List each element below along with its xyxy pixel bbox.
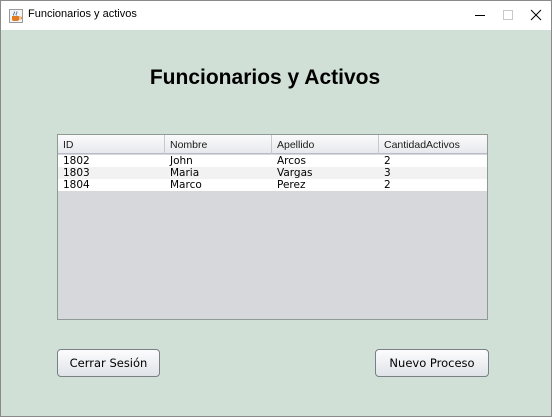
column-header-id[interactable]: ID — [58, 135, 165, 154]
table-row[interactable]: 1802 John Arcos 2 — [58, 155, 487, 167]
cell-apellido[interactable]: Perez — [272, 179, 379, 191]
cell-nombre[interactable]: Maria — [165, 167, 272, 179]
column-header-nombre[interactable]: Nombre — [165, 135, 272, 154]
column-header-apellido[interactable]: Apellido — [272, 135, 379, 154]
close-icon — [530, 9, 542, 21]
maximize-button[interactable] — [503, 1, 527, 30]
table-row[interactable]: 1803 Maria Vargas 3 — [58, 167, 487, 179]
cell-cantidad-activos[interactable]: 3 — [379, 167, 487, 179]
minimize-button[interactable] — [457, 1, 503, 30]
title-bar[interactable]: Funcionarios y activos — [1, 1, 551, 30]
cell-nombre[interactable]: Marco — [165, 179, 272, 191]
table-header: ID Nombre Apellido CantidadActivos — [58, 135, 487, 154]
logout-button[interactable]: Cerrar Sesión — [57, 349, 160, 377]
minimize-icon — [475, 15, 485, 16]
table-row[interactable]: 1804 Marco Perez 2 — [58, 179, 487, 191]
java-cup-icon — [9, 8, 23, 23]
window-title: Funcionarios y activos — [28, 8, 137, 20]
close-button[interactable] — [527, 1, 551, 30]
maximize-icon — [503, 10, 513, 20]
table-body: 1802 John Arcos 2 1803 Maria Vargas 3 18… — [58, 155, 487, 191]
column-header-cantidad-activos[interactable]: CantidadActivos — [379, 135, 487, 154]
cell-id[interactable]: 1802 — [58, 155, 165, 167]
employees-table[interactable]: ID Nombre Apellido CantidadActivos 1802 … — [57, 134, 488, 320]
cell-nombre[interactable]: John — [165, 155, 272, 167]
new-process-button[interactable]: Nuevo Proceso — [375, 349, 489, 377]
cell-id[interactable]: 1803 — [58, 167, 165, 179]
cell-apellido[interactable]: Vargas — [272, 167, 379, 179]
cell-cantidad-activos[interactable]: 2 — [379, 155, 487, 167]
cell-cantidad-activos[interactable]: 2 — [379, 179, 487, 191]
cell-apellido[interactable]: Arcos — [272, 155, 379, 167]
cell-id[interactable]: 1804 — [58, 179, 165, 191]
page-title: Funcionarios y Activos — [149, 66, 381, 89]
app-window: Funcionarios y activos Funcionarios y Ac… — [0, 0, 552, 417]
